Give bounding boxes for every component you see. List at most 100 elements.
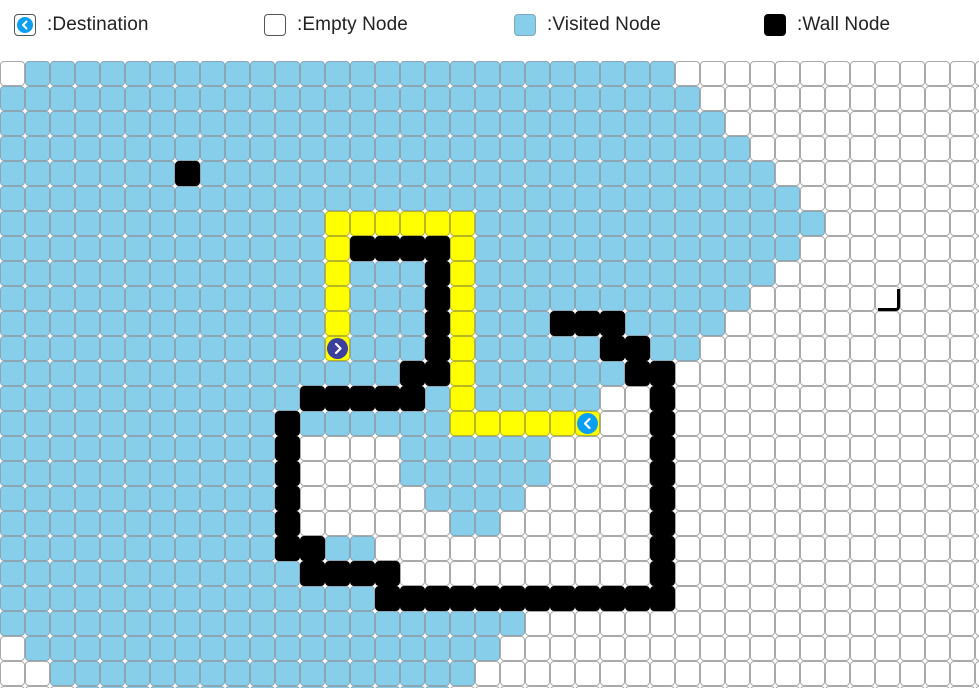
empty-node[interactable] xyxy=(900,511,925,536)
visited-node[interactable] xyxy=(500,386,525,411)
visited-node[interactable] xyxy=(450,636,475,661)
visited-node[interactable] xyxy=(400,136,425,161)
wall-node[interactable] xyxy=(550,586,575,611)
empty-node[interactable] xyxy=(975,86,979,111)
empty-node[interactable] xyxy=(950,486,975,511)
visited-node[interactable] xyxy=(50,61,75,86)
empty-node[interactable] xyxy=(950,361,975,386)
visited-node[interactable] xyxy=(200,486,225,511)
visited-node[interactable] xyxy=(150,461,175,486)
empty-node[interactable] xyxy=(875,236,900,261)
visited-node[interactable] xyxy=(275,561,300,586)
visited-node[interactable] xyxy=(375,311,400,336)
visited-node[interactable] xyxy=(275,586,300,611)
empty-node[interactable] xyxy=(525,536,550,561)
empty-node[interactable] xyxy=(425,536,450,561)
empty-node[interactable] xyxy=(750,361,775,386)
empty-node[interactable] xyxy=(925,161,950,186)
empty-node[interactable] xyxy=(825,136,850,161)
visited-node[interactable] xyxy=(425,486,450,511)
visited-node[interactable] xyxy=(750,236,775,261)
empty-node[interactable] xyxy=(775,311,800,336)
empty-node[interactable] xyxy=(875,261,900,286)
empty-node[interactable] xyxy=(775,286,800,311)
visited-node[interactable] xyxy=(500,86,525,111)
empty-node[interactable] xyxy=(925,511,950,536)
visited-node[interactable] xyxy=(200,311,225,336)
visited-node[interactable] xyxy=(575,186,600,211)
empty-node[interactable] xyxy=(925,461,950,486)
visited-node[interactable] xyxy=(475,86,500,111)
visited-node[interactable] xyxy=(0,86,25,111)
empty-node[interactable] xyxy=(825,161,850,186)
visited-node[interactable] xyxy=(225,186,250,211)
visited-node[interactable] xyxy=(125,261,150,286)
visited-node[interactable] xyxy=(375,661,400,686)
visited-node[interactable] xyxy=(425,186,450,211)
empty-node[interactable] xyxy=(875,411,900,436)
visited-node[interactable] xyxy=(300,411,325,436)
visited-node[interactable] xyxy=(625,261,650,286)
empty-node[interactable] xyxy=(675,461,700,486)
visited-node[interactable] xyxy=(475,136,500,161)
empty-node[interactable] xyxy=(775,386,800,411)
empty-node[interactable] xyxy=(725,386,750,411)
path-node[interactable] xyxy=(450,311,475,336)
empty-node[interactable] xyxy=(575,511,600,536)
path-node[interactable] xyxy=(550,411,575,436)
visited-node[interactable] xyxy=(600,61,625,86)
empty-node[interactable] xyxy=(300,436,325,461)
visited-node[interactable] xyxy=(175,486,200,511)
wall-node[interactable] xyxy=(425,361,450,386)
visited-node[interactable] xyxy=(675,86,700,111)
empty-node[interactable] xyxy=(675,661,700,686)
path-node[interactable] xyxy=(450,386,475,411)
visited-node[interactable] xyxy=(375,136,400,161)
visited-node[interactable] xyxy=(250,286,275,311)
empty-node[interactable] xyxy=(975,486,979,511)
empty-node[interactable] xyxy=(400,536,425,561)
empty-node[interactable] xyxy=(375,511,400,536)
empty-node[interactable] xyxy=(850,386,875,411)
visited-node[interactable] xyxy=(550,336,575,361)
visited-node[interactable] xyxy=(250,161,275,186)
visited-node[interactable] xyxy=(625,286,650,311)
visited-node[interactable] xyxy=(50,336,75,361)
wall-node[interactable] xyxy=(625,586,650,611)
empty-node[interactable] xyxy=(950,436,975,461)
visited-node[interactable] xyxy=(125,161,150,186)
visited-node[interactable] xyxy=(400,636,425,661)
visited-node[interactable] xyxy=(550,111,575,136)
visited-node[interactable] xyxy=(300,236,325,261)
visited-node[interactable] xyxy=(200,136,225,161)
empty-node[interactable] xyxy=(550,536,575,561)
empty-node[interactable] xyxy=(550,636,575,661)
visited-node[interactable] xyxy=(450,486,475,511)
empty-node[interactable] xyxy=(975,111,979,136)
visited-node[interactable] xyxy=(50,511,75,536)
visited-node[interactable] xyxy=(300,361,325,386)
empty-node[interactable] xyxy=(850,436,875,461)
visited-node[interactable] xyxy=(200,111,225,136)
visited-node[interactable] xyxy=(125,411,150,436)
visited-node[interactable] xyxy=(100,186,125,211)
visited-node[interactable] xyxy=(125,286,150,311)
visited-node[interactable] xyxy=(700,161,725,186)
visited-node[interactable] xyxy=(75,111,100,136)
visited-node[interactable] xyxy=(150,511,175,536)
empty-node[interactable] xyxy=(875,536,900,561)
visited-node[interactable] xyxy=(350,136,375,161)
visited-node[interactable] xyxy=(150,311,175,336)
visited-node[interactable] xyxy=(475,611,500,636)
empty-node[interactable] xyxy=(800,86,825,111)
wall-node[interactable] xyxy=(375,561,400,586)
visited-node[interactable] xyxy=(550,136,575,161)
visited-node[interactable] xyxy=(725,261,750,286)
visited-node[interactable] xyxy=(200,261,225,286)
visited-node[interactable] xyxy=(250,486,275,511)
visited-node[interactable] xyxy=(575,86,600,111)
empty-node[interactable] xyxy=(725,661,750,686)
empty-node[interactable] xyxy=(300,511,325,536)
empty-node[interactable] xyxy=(725,461,750,486)
empty-node[interactable] xyxy=(950,111,975,136)
